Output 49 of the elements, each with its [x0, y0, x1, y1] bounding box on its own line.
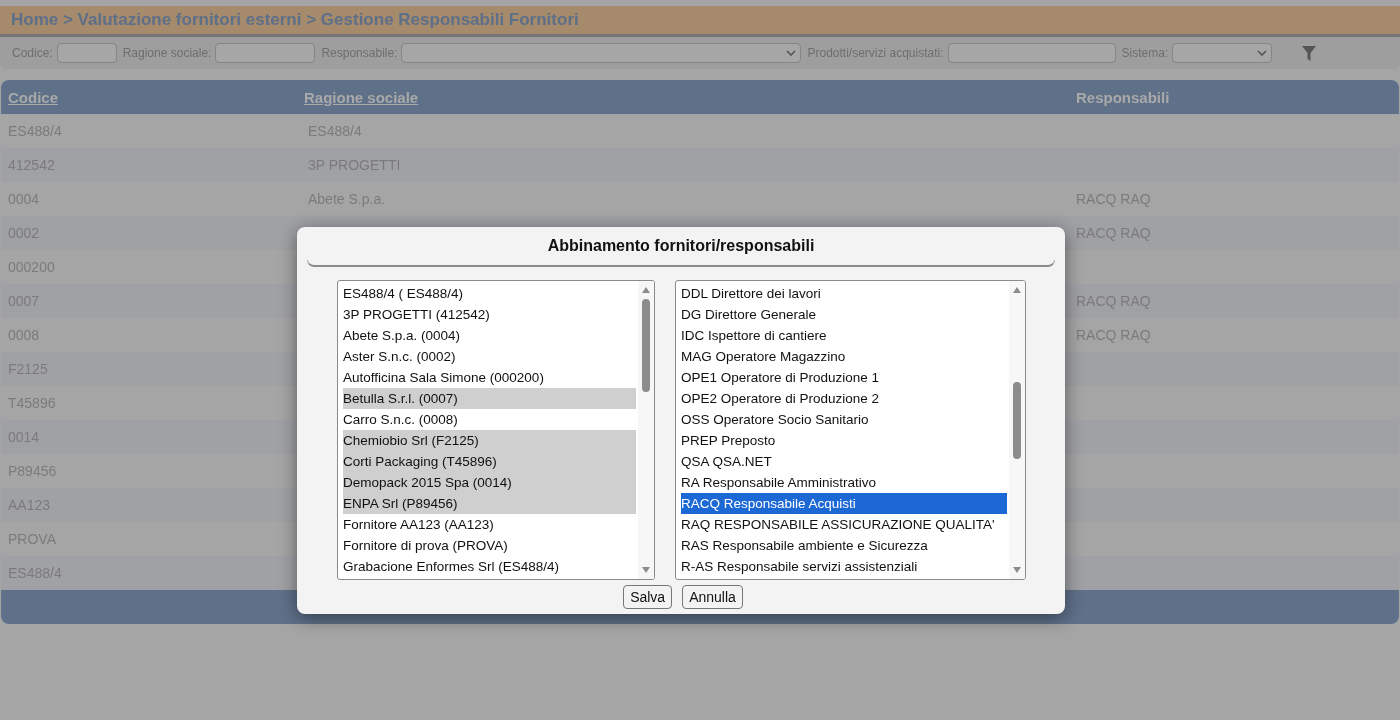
dialog-button[interactable]: Annulla [682, 585, 743, 609]
list-item[interactable]: Corti Packaging (T45896) [343, 451, 636, 472]
list-item[interactable]: RAQ RESPONSABILE ASSICURAZIONE QUALITA' [681, 514, 1007, 535]
chevron-icon[interactable] [786, 49, 797, 57]
list-item[interactable]: Fornitore AA123 (AA123) [343, 514, 636, 535]
filter-input[interactable] [947, 43, 1116, 63]
role-listbox[interactable] [675, 280, 1026, 580]
scrollbar-thumb[interactable] [642, 299, 650, 392]
filter-input[interactable] [215, 43, 316, 63]
list-item[interactable]: Betulla S.r.l. (0007) [343, 388, 636, 409]
scroll-up-icon[interactable] [641, 286, 651, 294]
list-item[interactable]: Grabacione Enformes Srl (ES488/4) [343, 556, 636, 577]
list-item[interactable]: OPE2 Operatore di Produzione 2 [681, 388, 1007, 409]
column-header: Responsabili [1076, 88, 1171, 106]
list-item[interactable]: DDL Direttore dei lavori [681, 283, 1007, 304]
scroll-down-icon[interactable] [1012, 566, 1022, 574]
list-item[interactable]: 3P PROGETTI (412542) [343, 304, 636, 325]
list-item[interactable]: OSS Operatore Socio Sanitario [681, 409, 1007, 430]
filter-input[interactable] [56, 43, 117, 63]
list-item[interactable]: ENPA Srl (P89456) [343, 493, 636, 514]
scroll-up-icon[interactable] [1012, 286, 1022, 294]
list-item[interactable]: MAG Operatore Magazzino [681, 346, 1007, 367]
list-item[interactable]: RA Responsabile Amministrativo [681, 472, 1007, 493]
breadcrumb: Home > Valutazione fornitori esterni > Gestione Responsabili Fornitori [11, 10, 579, 29]
dialog-button[interactable]: Salva [623, 585, 673, 609]
list-item[interactable]: DG Direttore Generale [681, 304, 1007, 325]
filter-icon[interactable] [1302, 45, 1317, 61]
list-item[interactable]: R-AS Responsabile servizi assistenziali [681, 556, 1007, 577]
list-item[interactable]: OPE1 Operatore di Produzione 1 [681, 367, 1007, 388]
list-item[interactable]: IDC Ispettore di cantiere [681, 325, 1007, 346]
scrollbar[interactable] [638, 281, 654, 579]
dialog-title: Abbinamento fornitori/responsabili [547, 237, 815, 254]
list-item[interactable]: RACQ Responsabile Acquisti [681, 493, 1007, 514]
list-item[interactable]: ES488/4 ( ES488/4) [343, 283, 636, 304]
list-item[interactable]: Carro S.n.c. (0008) [343, 409, 636, 430]
list-item[interactable]: Autofficina Sala Simone (000200) [343, 367, 636, 388]
supplier-listbox[interactable] [337, 280, 655, 580]
chevron-icon[interactable] [1257, 49, 1268, 57]
list-item[interactable]: Chemiobio Srl (F2125) [343, 430, 636, 451]
list-item[interactable]: Abete S.p.a. (0004) [343, 325, 636, 346]
scrollbar-thumb[interactable] [1013, 382, 1021, 459]
list-item[interactable]: Fornitore di prova (PROVA) [343, 535, 636, 556]
scroll-down-icon[interactable] [641, 566, 651, 574]
list-item[interactable]: RAS Responsabile ambiente e Sicurezza [681, 535, 1007, 556]
scrollbar[interactable] [1009, 281, 1025, 579]
list-item[interactable]: PREP Preposto [681, 430, 1007, 451]
list-item[interactable]: Demopack 2015 Spa (0014) [343, 472, 636, 493]
list-item[interactable]: QSA QSA.NET [681, 451, 1007, 472]
list-item[interactable]: Aster S.n.c. (0002) [343, 346, 636, 367]
